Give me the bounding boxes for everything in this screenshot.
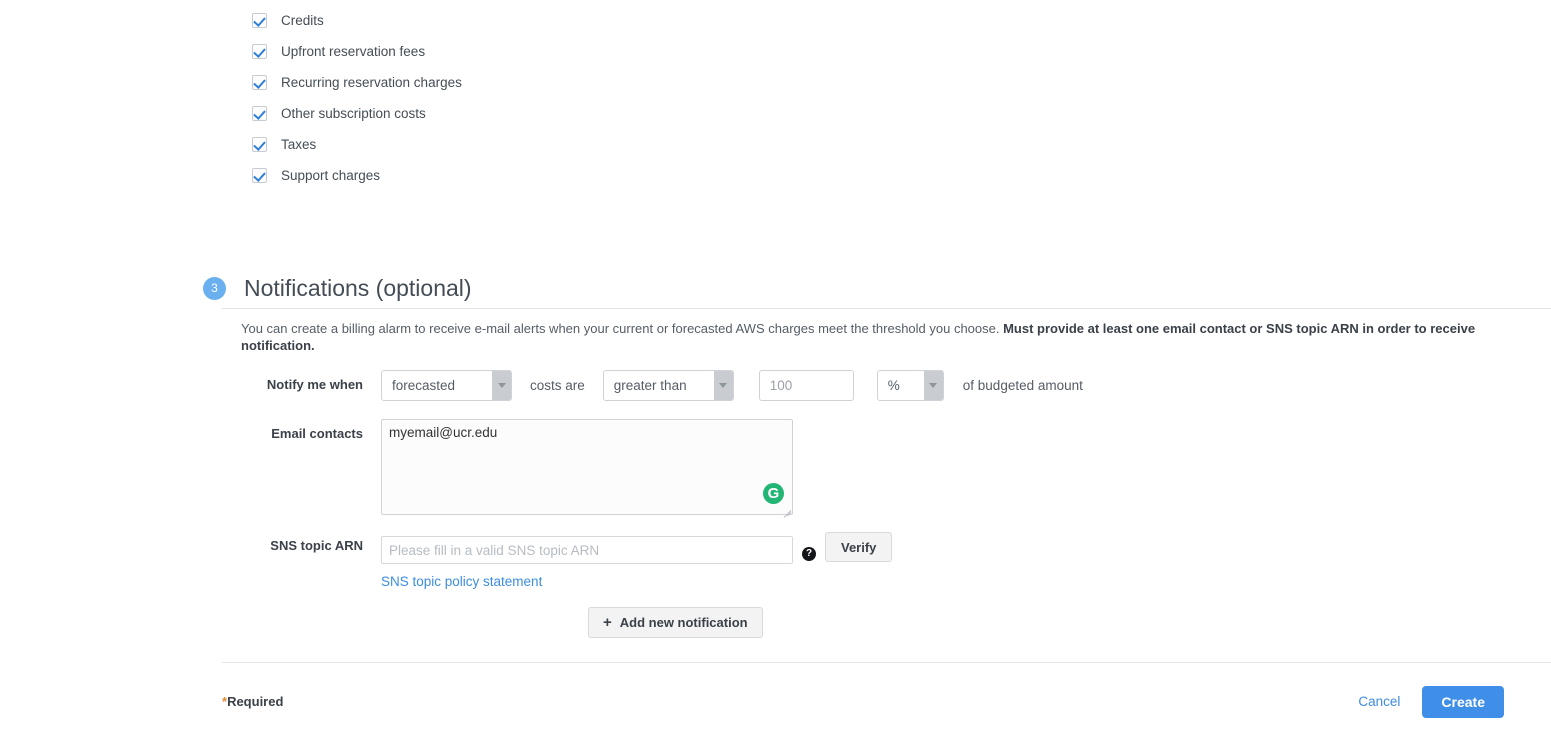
email-contacts-field-wrapper: myemail@ucr.edu G xyxy=(381,419,793,515)
checkbox-row-credits[interactable]: Credits xyxy=(252,5,852,36)
footer-actions: Cancel Create xyxy=(1358,685,1551,718)
add-notification-row: + Add new notification xyxy=(588,607,1551,638)
cancel-button[interactable]: Cancel xyxy=(1358,694,1400,709)
checkbox-credits[interactable] xyxy=(252,13,267,28)
comparator-select-value: greater than xyxy=(613,378,687,393)
threshold-input[interactable] xyxy=(758,370,854,401)
of-budgeted-amount-label: of budgeted amount xyxy=(962,378,1083,393)
checkbox-upfront-reservation-fees[interactable] xyxy=(252,44,267,59)
add-new-notification-label: Add new notification xyxy=(619,615,748,630)
notify-me-when-label: Notify me when xyxy=(266,377,363,392)
checkbox-taxes[interactable] xyxy=(252,137,267,152)
verify-button[interactable]: Verify xyxy=(825,532,893,562)
add-new-notification-button[interactable]: + Add new notification xyxy=(588,607,763,638)
grammarly-icon[interactable]: G xyxy=(763,483,784,504)
checkbox-other-subscription-costs[interactable] xyxy=(252,106,267,121)
comparator-select[interactable]: greater than xyxy=(602,370,734,401)
sns-topic-policy-statement-link[interactable]: SNS topic policy statement xyxy=(381,574,542,589)
notify-me-when-row: Notify me when forecasted costs are grea… xyxy=(241,370,1551,401)
sns-topic-arn-controls: ? Verify xyxy=(381,532,893,564)
email-contacts-label: Email contacts xyxy=(271,426,363,441)
page-title: Notifications (optional) xyxy=(244,274,472,301)
trigger-type-select-value: forecasted xyxy=(392,378,456,393)
checkbox-label-upfront-reservation-fees: Upfront reservation fees xyxy=(281,44,426,59)
required-note: *Required xyxy=(222,694,283,709)
checkbox-label-recurring-reservation-charges: Recurring reservation charges xyxy=(281,75,462,90)
sns-topic-arn-input[interactable] xyxy=(381,536,793,564)
notify-me-when-controls: forecasted costs are greater than % of b… xyxy=(381,370,1083,401)
required-label: Required xyxy=(227,694,284,709)
email-contacts-row: Email contacts myemail@ucr.edu G xyxy=(241,419,1551,515)
costs-are-label: costs are xyxy=(530,378,585,393)
checkbox-label-taxes: Taxes xyxy=(281,137,317,152)
notifications-section-header: 3 Notifications (optional) xyxy=(0,268,1551,308)
checkbox-label-credits: Credits xyxy=(281,13,324,28)
notifications-section: 3 Notifications (optional) You can creat… xyxy=(0,268,1551,638)
trigger-type-select[interactable]: forecasted xyxy=(381,370,512,401)
sns-topic-arn-row: SNS topic ARN ? Verify xyxy=(241,532,1551,564)
help-icon[interactable]: ? xyxy=(802,547,816,561)
step-number-badge: 3 xyxy=(203,276,226,300)
footer-bar: *Required Cancel Create xyxy=(0,662,1551,741)
plus-icon: + xyxy=(603,614,612,631)
checkbox-label-support-charges: Support charges xyxy=(281,168,381,183)
textarea-resize-handle[interactable] xyxy=(780,502,791,513)
checkbox-row-recurring-reservation-charges[interactable]: Recurring reservation charges xyxy=(252,67,852,98)
notifications-section-body: You can create a billing alarm to receiv… xyxy=(0,309,1551,638)
sns-policy-link-row: SNS topic policy statement xyxy=(381,574,1551,589)
checkbox-support-charges[interactable] xyxy=(252,168,267,183)
chevron-down-icon xyxy=(713,371,733,400)
threshold-unit-select-value: % xyxy=(887,378,900,393)
checkbox-label-other-subscription-costs: Other subscription costs xyxy=(281,106,426,121)
chevron-down-icon xyxy=(492,371,511,400)
cost-types-checkbox-list: Credits Upfront reservation fees Recurri… xyxy=(252,5,852,191)
threshold-unit-select[interactable]: % xyxy=(876,370,944,401)
checkbox-row-upfront-reservation-fees[interactable]: Upfront reservation fees xyxy=(252,36,852,67)
checkbox-row-taxes[interactable]: Taxes xyxy=(252,129,852,160)
checkbox-row-other-subscription-costs[interactable]: Other subscription costs xyxy=(252,98,852,129)
notifications-description-plain: You can create a billing alarm to receiv… xyxy=(241,321,1004,336)
checkbox-recurring-reservation-charges[interactable] xyxy=(252,75,267,90)
create-button[interactable]: Create xyxy=(1422,685,1504,718)
checkbox-row-support-charges[interactable]: Support charges xyxy=(252,160,852,191)
sns-topic-arn-label: SNS topic ARN xyxy=(270,538,363,553)
email-contacts-textarea[interactable]: myemail@ucr.edu xyxy=(381,419,793,515)
chevron-down-icon xyxy=(923,371,943,400)
notifications-description: You can create a billing alarm to receiv… xyxy=(241,320,1524,354)
